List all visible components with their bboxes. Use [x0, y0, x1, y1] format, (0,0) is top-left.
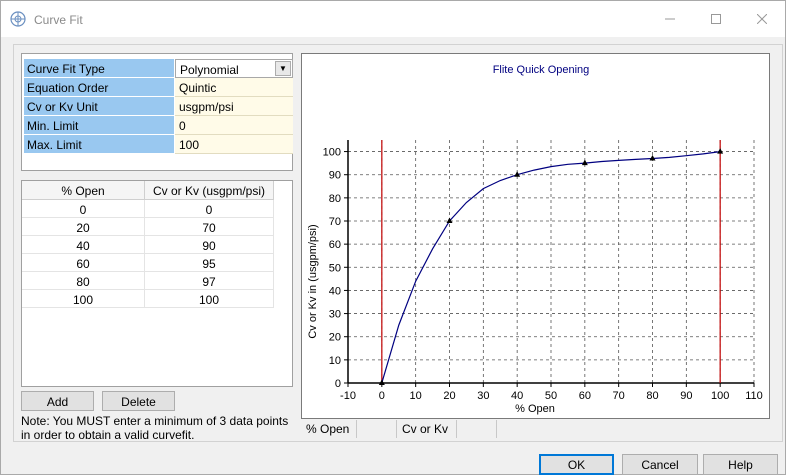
note-text: Note: You MUST enter a minimum of 3 data…	[21, 414, 289, 442]
main-panel: Curve Fit Type Polynomial ▼ Equation Ord…	[13, 44, 783, 442]
legend-spacer	[457, 420, 497, 438]
close-button[interactable]	[739, 1, 785, 37]
x-tick-label: 0	[379, 390, 385, 402]
y-tick-label: 70	[329, 216, 341, 228]
close-icon	[757, 14, 767, 24]
y-tick-label: 60	[329, 239, 341, 251]
table-cell[interactable]: 0	[22, 200, 145, 218]
table-row[interactable]: 20 70	[22, 218, 274, 236]
chart-area: Flite Quick Opening -10 0 10 20 30 40 50 60 70 80 9…	[301, 53, 770, 419]
table-cell[interactable]: 95	[145, 254, 274, 272]
curve-fit-window: Curve Fit Curve Fit Type Polynomial ▼ Eq…	[0, 0, 786, 475]
table-cell[interactable]: 20	[22, 218, 145, 236]
table-row[interactable]: 100 100	[22, 290, 274, 308]
cancel-button[interactable]: Cancel	[622, 454, 698, 475]
legend-open: % Open	[301, 420, 357, 438]
table-cell[interactable]: 40	[22, 236, 145, 254]
x-tick-label: 90	[680, 390, 692, 402]
max-limit-field[interactable]: 100	[175, 135, 293, 154]
column-header-cv[interactable]: Cv or Kv (usgpm/psi)	[145, 181, 274, 200]
y-tick-label: 0	[335, 378, 341, 390]
min-limit-field[interactable]: 0	[175, 116, 293, 135]
legend-cv: Cv or Kv	[397, 420, 457, 438]
table-row[interactable]: 80 97	[22, 272, 274, 290]
y-tick-label: 40	[329, 285, 341, 297]
table-row[interactable]: 60 95	[22, 254, 274, 272]
table-cell[interactable]: 0	[145, 200, 274, 218]
y-tick-label: 50	[329, 262, 341, 274]
property-row-max-limit: Max. Limit 100	[24, 135, 293, 154]
help-button[interactable]: Help	[703, 454, 778, 475]
x-tick-label: 40	[511, 390, 523, 402]
property-name: Equation Order	[24, 78, 174, 97]
curve-chart: Flite Quick Opening-10 0 10 20 30 40 50 60 70 80 9…	[307, 64, 763, 415]
delete-button[interactable]: Delete	[102, 391, 175, 411]
x-tick-label: 80	[646, 390, 658, 402]
dropdown-value: Polynomial	[180, 63, 239, 77]
table-cell[interactable]: 100	[145, 290, 274, 308]
maximize-icon	[711, 14, 721, 24]
table-cell[interactable]: 70	[145, 218, 274, 236]
data-point-marker	[717, 148, 724, 154]
table-cell[interactable]: 80	[22, 272, 145, 290]
table-cell[interactable]: 90	[145, 236, 274, 254]
y-axis-label: Cv or Kv in (usgpm/psi)	[307, 224, 319, 338]
property-grid: Curve Fit Type Polynomial ▼ Equation Ord…	[21, 53, 293, 171]
property-row-equation-order: Equation Order Quintic	[24, 78, 293, 97]
property-name: Curve Fit Type	[24, 59, 174, 78]
x-tick-label: 10	[410, 390, 422, 402]
property-name: Max. Limit	[24, 135, 174, 154]
legend-spacer	[357, 420, 397, 438]
curve-fit-type-dropdown[interactable]: Polynomial ▼	[175, 59, 293, 78]
property-name: Cv or Kv Unit	[24, 97, 174, 116]
x-tick-label: 20	[443, 390, 455, 402]
property-name: Min. Limit	[24, 116, 174, 135]
table-cell[interactable]: 60	[22, 254, 145, 272]
unit-field[interactable]: usgpm/psi	[175, 97, 293, 116]
x-tick-label: 100	[711, 390, 729, 402]
y-tick-label: 20	[329, 332, 341, 344]
property-row-unit: Cv or Kv Unit usgpm/psi	[24, 97, 293, 116]
equation-order-field[interactable]: Quintic	[175, 78, 293, 97]
x-tick-label: 50	[545, 390, 557, 402]
property-row-min-limit: Min. Limit 0	[24, 116, 293, 135]
table-cell[interactable]: 97	[145, 272, 274, 290]
x-tick-label: 60	[579, 390, 591, 402]
table-row[interactable]: 40 90	[22, 236, 274, 254]
y-tick-label: 30	[329, 309, 341, 321]
y-tick-label: 100	[323, 147, 341, 159]
minimize-icon	[665, 18, 675, 20]
table-header: % Open Cv or Kv (usgpm/psi)	[22, 181, 274, 200]
x-tick-label: 110	[745, 390, 763, 402]
minimize-button[interactable]	[647, 1, 693, 37]
x-tick-label: -10	[340, 390, 356, 402]
add-button[interactable]: Add	[21, 391, 94, 411]
y-tick-label: 80	[329, 193, 341, 205]
x-axis-label: % Open	[515, 403, 555, 415]
window-title: Curve Fit	[34, 13, 83, 27]
y-tick-label: 90	[329, 170, 341, 182]
chevron-down-icon[interactable]: ▼	[275, 61, 291, 76]
column-header-open[interactable]: % Open	[22, 181, 145, 200]
chart-legend-bar: % Open Cv or Kv	[301, 420, 770, 438]
property-row-curve-fit-type: Curve Fit Type Polynomial ▼	[24, 59, 293, 78]
data-points-table: % Open Cv or Kv (usgpm/psi) 0 0 20 70 40…	[21, 180, 293, 387]
table-cell[interactable]: 100	[22, 290, 145, 308]
x-tick-label: 30	[477, 390, 489, 402]
ok-button[interactable]: OK	[539, 454, 614, 475]
title-bar: Curve Fit	[1, 1, 785, 37]
x-tick-label: 70	[613, 390, 625, 402]
chart-title: Flite Quick Opening	[493, 64, 590, 76]
y-tick-label: 10	[329, 355, 341, 367]
maximize-button[interactable]	[693, 1, 739, 37]
table-row[interactable]: 0 0	[22, 200, 274, 218]
app-icon	[10, 11, 26, 27]
